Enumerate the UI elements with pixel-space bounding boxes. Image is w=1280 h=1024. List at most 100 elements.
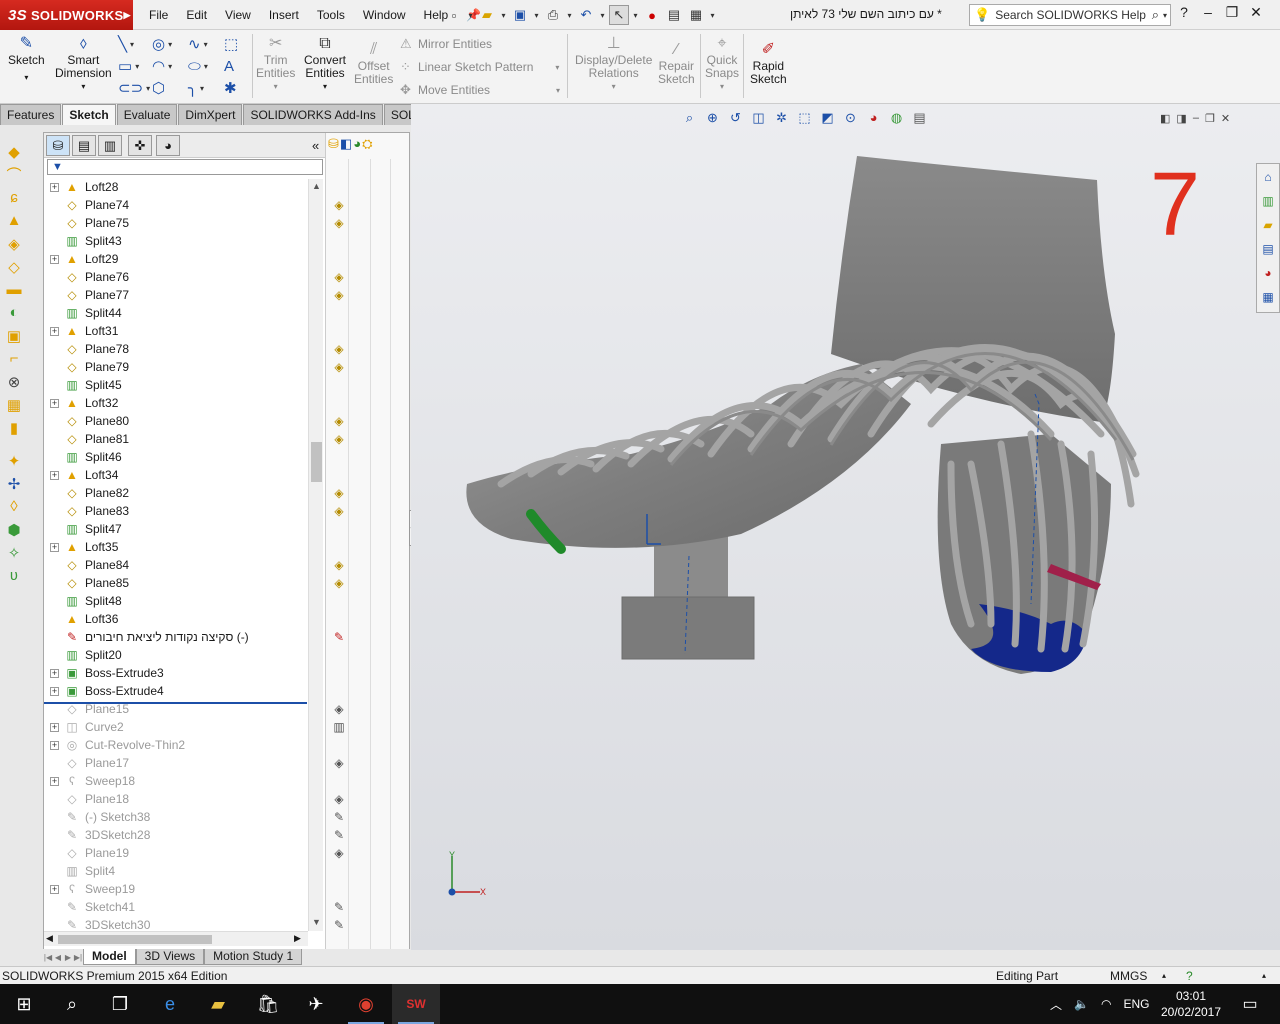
tree-item[interactable]: ✎ (-) Sketch38 <box>44 808 308 826</box>
expand-icon[interactable]: + <box>50 686 59 696</box>
hide-show-icon[interactable]: ⛁ <box>328 136 339 152</box>
visibility-icon[interactable]: ◈ <box>331 485 347 501</box>
search-icon[interactable]: ⌕ <box>48 984 96 1024</box>
property-manager-tab-icon[interactable]: ▤ <box>72 135 96 156</box>
search-help-input[interactable]: 💡 Search SOLIDWORKS Help ⌕ ▾ <box>969 4 1171 26</box>
tree-item[interactable]: ▥ Split47 <box>44 520 308 538</box>
appearances-icon[interactable]: ◕ <box>1257 262 1279 284</box>
tree-item[interactable]: ◇ Plane79 <box>44 358 308 376</box>
solidworks-logo[interactable]: 3S SOLIDWORKS ▶ <box>0 0 133 30</box>
tree-item[interactable]: + ▲ Loft32 <box>44 394 308 412</box>
tab-dimxpert[interactable]: DimXpert <box>178 104 243 125</box>
viewport-restore-button[interactable]: ❐ <box>1205 112 1215 125</box>
chevron-up-icon[interactable]: ▴ <box>1262 971 1266 980</box>
expand-icon[interactable]: + <box>50 398 59 408</box>
expand-icon[interactable]: + <box>50 884 59 894</box>
move-entities-button[interactable]: ✥ Move Entities ▾ <box>400 82 560 98</box>
tree-item[interactable]: ◇ Plane84 <box>44 556 308 574</box>
units-selector[interactable]: MMGS <box>1110 969 1147 983</box>
boundary-icon[interactable]: ◈ <box>0 232 28 255</box>
tree-item[interactable]: ◇ Plane85 <box>44 574 308 592</box>
tree-horizontal-scrollbar[interactable]: ◀ ▶ <box>44 931 308 946</box>
scroll-thumb[interactable] <box>58 935 212 944</box>
tree-item[interactable]: + ▣ Boss-Extrude4 <box>44 682 308 700</box>
tree-item[interactable]: ▥ Split46 <box>44 448 308 466</box>
visibility-icon[interactable]: ✎ <box>331 899 347 915</box>
scroll-up-icon[interactable]: ▲ <box>309 181 324 191</box>
wifi-icon[interactable]: ◠ <box>1101 997 1111 1011</box>
expand-icon[interactable]: + <box>50 722 59 732</box>
surface-icon[interactable]: ⬢ <box>0 518 28 541</box>
previous-view-icon[interactable]: ↺ <box>726 110 745 126</box>
transparency-icon[interactable]: ⛭ <box>362 136 372 152</box>
expand-icon[interactable]: + <box>50 542 59 552</box>
undo-icon[interactable]: ↶ <box>576 5 596 25</box>
quick-snaps-button[interactable]: ⌖ Quick Snaps ▾ <box>705 34 739 93</box>
tree-item[interactable]: ✎ 3DSketch30 <box>44 916 308 931</box>
zoom-to-area-icon[interactable]: ⊕ <box>703 110 722 126</box>
convert-entities-button[interactable]: ⧉ Convert Entities ▾ <box>304 34 346 93</box>
visibility-icon[interactable]: ◈ <box>331 359 347 375</box>
appearance-icon[interactable]: ◕ <box>353 136 361 152</box>
tree-item[interactable]: ◇ Plane80 <box>44 412 308 430</box>
tree-item[interactable]: ◇ Plane78 <box>44 340 308 358</box>
last-tab-icon[interactable]: ▶| <box>73 953 83 962</box>
section-view-icon[interactable]: ◫ <box>749 110 768 126</box>
chevron-down-icon[interactable]: ▾ <box>555 63 559 72</box>
new-document-icon[interactable]: ▫ <box>444 5 464 25</box>
chevron-down-icon[interactable]: ▾ <box>631 5 640 25</box>
tree-item[interactable]: ◇ Plane17 <box>44 754 308 772</box>
tab-sketch[interactable]: Sketch <box>62 104 116 125</box>
chevron-down-icon[interactable]: ▾ <box>323 80 327 93</box>
display-mode-icon[interactable]: ◧ <box>340 136 352 152</box>
smart-dimension-button[interactable]: ⬨ Smart Dimension ▾ <box>55 34 112 93</box>
edit-appearance-icon[interactable]: ◕ <box>864 110 883 126</box>
offset-entities-button[interactable]: ⫽ Offset Entities <box>354 40 393 86</box>
volume-icon[interactable]: 🔈 <box>1074 997 1089 1011</box>
tree-item[interactable]: ▥ Split4 <box>44 862 308 880</box>
hide-show-items-icon[interactable]: ⊙ <box>841 110 860 126</box>
visibility-icon[interactable]: ◈ <box>331 845 347 861</box>
tree-item[interactable]: + ʕ Sweep18 <box>44 772 308 790</box>
rollback-bar[interactable] <box>44 702 307 704</box>
tab-features[interactable]: Features <box>0 104 62 125</box>
tree-item[interactable]: ▲ Loft36 <box>44 610 308 628</box>
tree-item[interactable]: ▥ Split44 <box>44 304 308 322</box>
expand-icon[interactable]: + <box>50 182 59 192</box>
scroll-right-icon[interactable]: ▶ <box>294 933 301 944</box>
search-icon[interactable]: ⌕ <box>1152 7 1159 23</box>
expand-icon[interactable]: + <box>50 470 59 480</box>
expand-icon[interactable]: + <box>50 326 59 336</box>
visibility-icon[interactable]: ◈ <box>331 197 347 213</box>
visibility-icon[interactable]: ◈ <box>331 575 347 591</box>
help-icon[interactable]: ? <box>1175 4 1193 21</box>
chevron-down-icon[interactable]: ▾ <box>565 5 574 25</box>
chevron-down-icon[interactable]: ▾ <box>708 5 717 25</box>
ellipse-icon[interactable]: ⬭ ▾ <box>188 56 222 76</box>
home-icon[interactable]: ⌂ <box>1257 166 1279 188</box>
file-explorer-taskbar-icon[interactable]: ▰ <box>194 984 242 1024</box>
view-palette-icon[interactable]: ▤ <box>1257 238 1279 260</box>
visibility-icon[interactable]: ◈ <box>331 413 347 429</box>
tree-item[interactable]: ✎ 3DSketch28 <box>44 826 308 844</box>
tree-item[interactable]: + ▲ Loft29 <box>44 250 308 268</box>
visibility-icon[interactable]: ✎ <box>331 809 347 825</box>
expand-icon[interactable]: + <box>50 776 59 786</box>
chevron-down-icon[interactable]: ▾ <box>612 80 616 93</box>
display-style-icon[interactable]: ◩ <box>818 110 837 126</box>
chevron-up-icon[interactable]: ︿ <box>1050 996 1062 1013</box>
view-settings-icon[interactable]: ▤ <box>910 110 929 126</box>
tree-item[interactable]: ◇ Plane74 <box>44 196 308 214</box>
fillet-feature-icon[interactable]: ◐ <box>0 301 28 324</box>
chevron-down-icon[interactable]: ▾ <box>532 5 541 25</box>
tree-item[interactable]: ◇ Plane19 <box>44 844 308 862</box>
chrome-icon[interactable]: ◉ <box>342 984 390 1024</box>
tile-right-icon[interactable]: ◨ <box>1176 112 1186 125</box>
sweep-icon[interactable]: ɕ <box>0 186 28 209</box>
language-indicator[interactable]: ENG <box>1123 997 1149 1011</box>
curves-icon[interactable]: ✢ <box>0 472 28 495</box>
notifications-icon[interactable]: ▭ <box>1226 984 1274 1024</box>
visibility-icon[interactable]: ◈ <box>331 215 347 231</box>
line-icon[interactable]: ╲ ▾ <box>118 34 152 54</box>
tree-item[interactable]: ▥ Split20 <box>44 646 308 664</box>
